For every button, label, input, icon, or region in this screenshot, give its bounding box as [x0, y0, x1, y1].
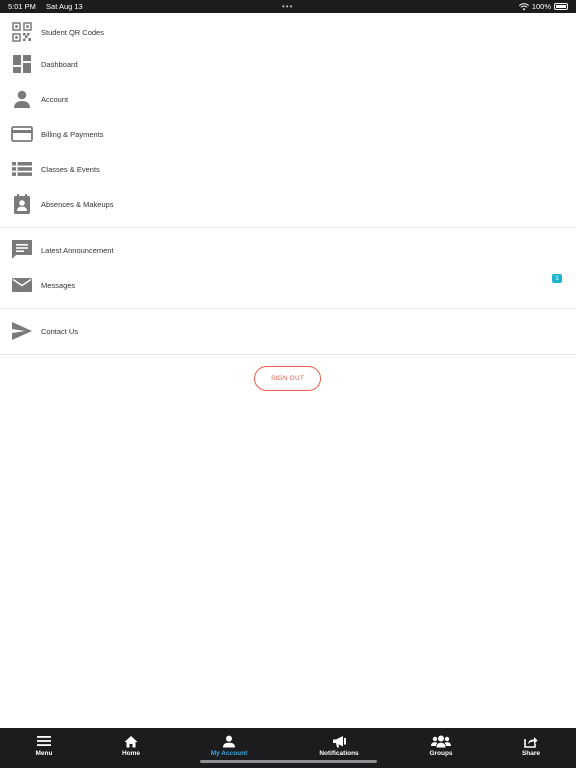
tab-label: Menu: [35, 750, 53, 757]
status-left: 5:01 PM Sat Aug 13: [8, 2, 91, 11]
mail-icon: [11, 274, 33, 296]
menu-item-student-qr-codes[interactable]: Student QR Codes: [0, 15, 576, 49]
menu-item-label: Classes & Events: [41, 164, 100, 174]
tab-groups[interactable]: Groups: [411, 734, 471, 757]
send-icon: [11, 320, 33, 342]
menu-divider: [0, 227, 576, 228]
tab-label: Share: [521, 750, 541, 757]
tab-share[interactable]: Share: [501, 734, 561, 757]
menu-item-dashboard[interactable]: Dashboard: [0, 47, 576, 81]
menu-item-messages[interactable]: Messages 1: [0, 268, 576, 302]
dashboard-icon: [11, 53, 33, 75]
multitask-dots-icon[interactable]: •••: [282, 2, 293, 11]
hamburger-icon: [37, 734, 51, 748]
list-icon: [11, 158, 33, 180]
menu-item-label: Account: [41, 94, 69, 104]
menu-item-label: Latest Announcement: [41, 245, 114, 255]
calendar-person-icon: [11, 193, 33, 215]
wifi-icon: [518, 2, 529, 10]
tab-my-account[interactable]: My Account: [199, 734, 259, 757]
menu-item-absences-makeups[interactable]: Absences & Makeups: [0, 187, 576, 221]
tab-menu[interactable]: Menu: [14, 734, 74, 757]
unread-count-badge: 1: [552, 274, 562, 283]
menu-item-label: Contact Us: [41, 326, 79, 336]
tab-home[interactable]: Home: [101, 734, 161, 757]
menu-item-account[interactable]: Account: [0, 82, 576, 116]
tab-label: Groups: [429, 750, 453, 757]
menu-item-latest-announcement[interactable]: Latest Announcement: [0, 233, 576, 267]
menu-item-label: Absences & Makeups: [41, 199, 114, 209]
menu-item-classes-events[interactable]: Classes & Events: [0, 152, 576, 186]
menu-item-label: Messages: [41, 280, 76, 290]
battery-percent: 100%: [531, 2, 551, 11]
tab-notifications[interactable]: Notifications: [309, 734, 369, 757]
home-indicator[interactable]: [200, 760, 377, 763]
status-date: Sat Aug 13: [46, 2, 83, 11]
status-time: 5:01 PM: [8, 2, 36, 11]
menu-item-label: Dashboard: [41, 59, 78, 69]
sign-out-button[interactable]: SIGN OUT: [254, 366, 321, 391]
menu-item-billing-payments[interactable]: Billing & Payments: [0, 117, 576, 151]
tab-label: My Account: [210, 750, 248, 757]
megaphone-icon: [332, 734, 347, 748]
tab-label: Notifications: [319, 750, 359, 757]
qr-code-icon: [11, 21, 33, 43]
status-bar: 5:01 PM Sat Aug 13 ••• 100%: [0, 0, 576, 13]
menu-item-contact-us[interactable]: Contact Us: [0, 314, 576, 348]
account-icon: [222, 734, 236, 748]
battery-icon: [554, 3, 568, 10]
menu-divider: [0, 354, 576, 355]
message-icon: [11, 239, 33, 261]
menu-item-label: Student QR Codes: [41, 27, 104, 37]
home-icon: [124, 734, 138, 748]
groups-icon: [431, 734, 451, 748]
menu-divider: [0, 308, 576, 309]
tab-label: Home: [121, 750, 141, 757]
menu-item-label: Billing & Payments: [41, 129, 104, 139]
person-icon: [11, 88, 33, 110]
share-icon: [524, 734, 538, 748]
credit-card-icon: [11, 123, 33, 145]
status-right: 100%: [518, 2, 568, 11]
